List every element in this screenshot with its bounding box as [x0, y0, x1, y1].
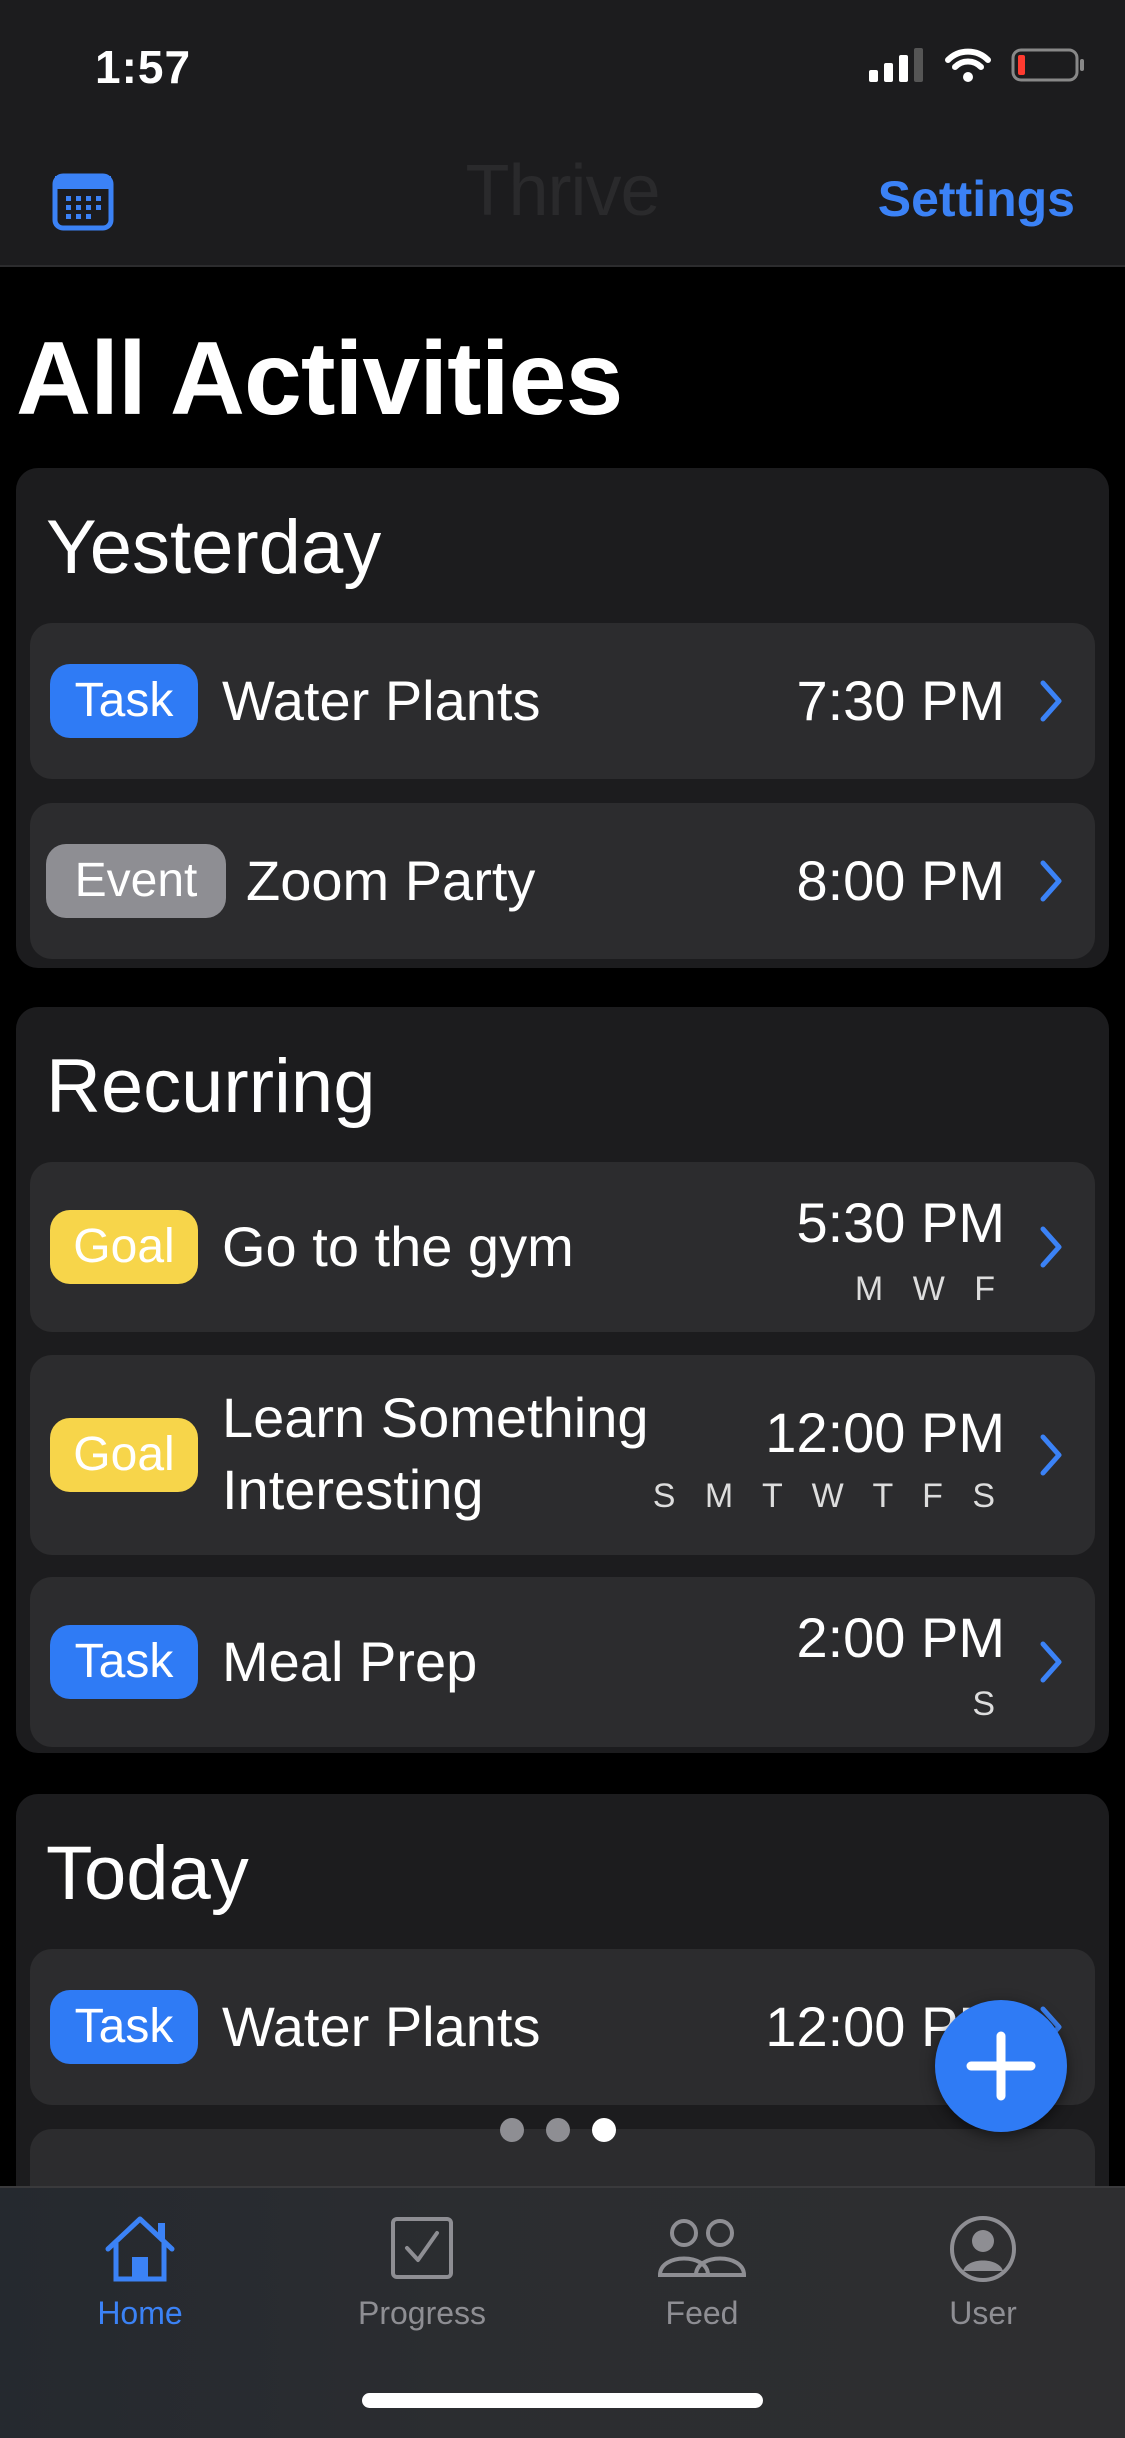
nav-bar: Thrive Settings — [0, 140, 1125, 267]
tab-label: User — [949, 2295, 1017, 2331]
activity-time: 12:00 PM — [765, 1401, 1005, 1464]
person-circle-icon — [950, 2216, 1016, 2282]
section-title: Today — [46, 1831, 249, 1916]
tab-home[interactable]: Home — [40, 2213, 240, 2332]
section-title: Yesterday — [46, 505, 382, 590]
activity-row[interactable]: Goal Go to the gym 5:30 PM M W F — [30, 1162, 1095, 1332]
tab-label: Home — [97, 2295, 183, 2331]
activity-days: M W F — [854, 1270, 1005, 1308]
section-recurring: Recurring Goal Go to the gym 5:30 PM M W… — [16, 1007, 1109, 1753]
page-title: All Activities — [16, 321, 623, 437]
wifi-icon — [945, 48, 991, 82]
activity-time: 5:30 PM — [796, 1191, 1005, 1254]
activity-row[interactable]: Task Meal Prep 2:00 PM S — [30, 1577, 1095, 1747]
status-bar: 1:57 — [0, 0, 1125, 140]
chevron-right-icon — [1040, 1434, 1062, 1476]
activity-time: 8:00 PM — [796, 849, 1005, 912]
status-time: 1:57 — [95, 41, 192, 93]
task-badge: Task — [50, 1990, 198, 2064]
activity-time: 2:00 PM — [796, 1606, 1005, 1669]
chevron-right-icon — [1040, 860, 1062, 902]
page-indicator[interactable] — [500, 2118, 616, 2142]
house-icon — [105, 2216, 175, 2282]
chevron-right-icon — [1040, 1226, 1062, 1268]
event-badge: Event — [46, 844, 226, 918]
goal-badge: Goal — [50, 1418, 198, 1492]
activity-name: Go to the gym — [222, 1215, 574, 1278]
tab-label: Feed — [665, 2295, 739, 2331]
section-title: Recurring — [46, 1044, 376, 1129]
task-badge: Task — [50, 664, 198, 738]
home-indicator[interactable] — [362, 2393, 763, 2408]
tab-progress[interactable]: Progress — [322, 2213, 522, 2332]
page-dot-active[interactable] — [592, 2118, 616, 2142]
activity-row[interactable]: Task Water Plants 7:30 PM — [30, 623, 1095, 779]
activity-days: S — [972, 1685, 1005, 1723]
activity-name: Water Plants — [222, 669, 541, 732]
plus-icon — [966, 2031, 1036, 2101]
task-badge: Task — [50, 1625, 198, 1699]
activity-days: S M T W T F S — [652, 1477, 1005, 1515]
activity-time: 7:30 PM — [796, 669, 1005, 732]
checkbox-icon — [391, 2217, 453, 2279]
signal-icon — [869, 48, 923, 82]
tab-feed[interactable]: Feed — [602, 2213, 802, 2332]
add-activity-button[interactable] — [935, 2000, 1067, 2132]
battery-low-icon — [1011, 48, 1084, 82]
chevron-right-icon — [1040, 680, 1062, 722]
settings-button[interactable]: Settings — [878, 170, 1075, 228]
tab-label: Progress — [357, 2295, 487, 2331]
people-icon — [657, 2219, 747, 2277]
activity-name: Meal Prep — [222, 1630, 478, 1693]
section-yesterday: Yesterday Task Water Plants 7:30 PM Even… — [16, 468, 1109, 968]
chevron-right-icon — [1040, 1641, 1062, 1683]
activity-name: Zoom Party — [246, 849, 536, 912]
tab-user[interactable]: User — [883, 2213, 1083, 2332]
activity-name: Water Plants — [222, 1995, 541, 2058]
activity-row[interactable]: Event Zoom Party 8:00 PM — [30, 803, 1095, 959]
status-icons — [869, 48, 1085, 82]
page-dot[interactable] — [500, 2118, 524, 2142]
activity-name-line1: Learn Something — [222, 1386, 649, 1449]
goal-badge: Goal — [50, 1210, 198, 1284]
activity-name-line2: Interesting — [222, 1458, 484, 1521]
activity-row[interactable]: Goal Learn Something Interesting 12:00 P… — [30, 1355, 1095, 1555]
page-dot[interactable] — [546, 2118, 570, 2142]
